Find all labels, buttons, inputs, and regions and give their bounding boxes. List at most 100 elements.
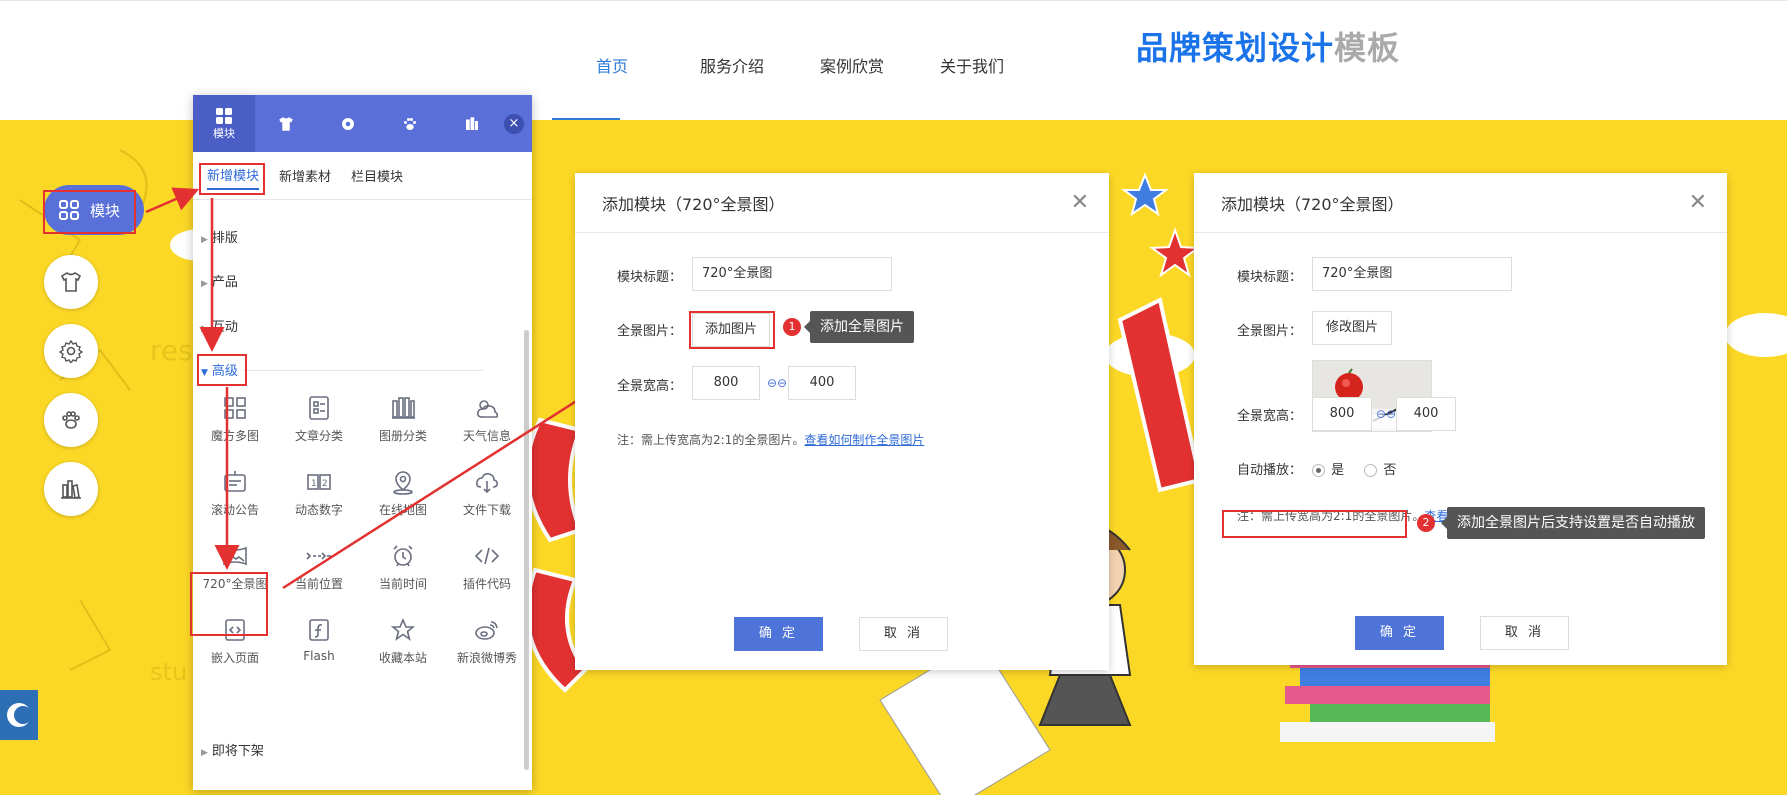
autoplay-label: 自动播放：	[1237, 463, 1303, 478]
module-item[interactable]: 魔方多图	[193, 395, 277, 444]
width-input[interactable]: 800	[1312, 397, 1372, 431]
module-item-label: 动态数字	[294, 503, 343, 517]
module-item[interactable]: 嵌入页面	[193, 617, 277, 666]
svg-text:2: 2	[322, 479, 328, 489]
tab-module[interactable]: 模块	[193, 95, 255, 152]
module-item[interactable]: 新浪微博秀	[445, 617, 529, 666]
tab-library[interactable]	[441, 95, 503, 152]
books-icon	[466, 116, 478, 130]
module-title-input[interactable]: 720°全景图	[1312, 257, 1512, 291]
modify-image-button[interactable]: 修改图片	[1312, 311, 1392, 345]
paw-icon	[62, 411, 80, 429]
grid-icon	[59, 200, 79, 220]
category-product[interactable]: ▶ 产品	[201, 271, 238, 290]
module-item[interactable]: 在线地图	[361, 469, 445, 518]
step-2-badge: 2	[1417, 514, 1435, 532]
dialog-2-title: 添加模块（720°全景图）	[1221, 194, 1404, 214]
module-item-label: 当前时间	[378, 577, 427, 591]
module-item[interactable]: 图册分类	[361, 395, 445, 444]
tip-add-image: 添加全景图片	[804, 311, 914, 343]
radio-checked-icon	[1312, 464, 1326, 477]
height-input[interactable]: 400	[788, 366, 856, 400]
module-item-label: 天气信息	[462, 429, 511, 443]
brand-main: 品牌策划设计	[1136, 29, 1335, 67]
brand-sub: 模板	[1334, 29, 1401, 67]
autoplay-no-radio[interactable]: 否	[1364, 463, 1396, 478]
category-interact[interactable]: ▶ 互动	[201, 316, 238, 335]
theme-button[interactable]	[44, 255, 98, 309]
module-title-input[interactable]: 720°全景图	[692, 257, 892, 291]
module-item[interactable]: 当前时间	[361, 543, 445, 592]
code-icon	[474, 547, 500, 565]
module-item[interactable]: 插件代码	[445, 543, 529, 592]
module-pill-button[interactable]: 模块	[44, 185, 144, 235]
module-item[interactable]: 滚动公告	[193, 469, 277, 518]
confirm-button[interactable]: 确 定	[1355, 616, 1444, 650]
dialog-2-close-icon[interactable]: ✕	[1689, 190, 1707, 215]
category-divider	[243, 370, 483, 371]
dialog-2-note-text: 注：需上传宽高为2:1的全景图片。	[1237, 509, 1425, 523]
settings-button[interactable]	[44, 324, 98, 378]
panel-scrollbar[interactable]	[524, 330, 529, 770]
tab-pets[interactable]	[379, 95, 441, 152]
clock-icon	[393, 545, 413, 567]
subtab-new-material[interactable]: 新增素材	[279, 162, 331, 189]
step-1-badge: 1	[783, 318, 801, 336]
shirt-icon	[60, 272, 82, 292]
panorama-image-label: 全景图片：	[617, 324, 683, 339]
gear-icon	[59, 339, 83, 363]
cancel-button[interactable]: 取 消	[1480, 616, 1569, 650]
module-item[interactable]: 12 动态数字	[277, 469, 361, 518]
library-button[interactable]	[44, 462, 98, 516]
category-retiring[interactable]: ▶ 即将下架	[201, 740, 264, 759]
star-icon	[390, 617, 416, 641]
nav-home[interactable]: 首页	[552, 53, 672, 77]
confirm-button[interactable]: 确 定	[734, 617, 823, 651]
tab-settings[interactable]	[317, 95, 379, 152]
category-advanced-label: 高级	[211, 364, 238, 379]
height-input[interactable]: 400	[1396, 397, 1456, 431]
link-ratio-icon[interactable]: ⊖⊖	[767, 376, 787, 390]
category-interact-label: 互动	[211, 320, 238, 335]
link-ratio-icon[interactable]: ⊖⊖	[1376, 407, 1396, 421]
module-item[interactable]: 文件下载	[445, 469, 529, 518]
category-layout[interactable]: ▶ 排版	[201, 227, 238, 246]
module-item-label: 文件下载	[462, 503, 511, 517]
nav-about[interactable]: 关于我们	[912, 53, 1032, 77]
subtab-new-module[interactable]: 新增模块	[207, 161, 260, 190]
width-input[interactable]: 800	[692, 366, 760, 400]
add-image-button[interactable]: 添加图片	[692, 313, 770, 347]
category-advanced[interactable]: ▼ 高级	[201, 360, 238, 379]
module-item[interactable]: Flash	[277, 617, 361, 663]
module-item-label: 收藏本站	[378, 651, 427, 665]
dialog-1-close-icon[interactable]: ✕	[1071, 190, 1089, 215]
module-item-label: Flash	[303, 649, 335, 663]
module-item[interactable]: 文章分类	[277, 395, 361, 444]
module-item-label: 文章分类	[294, 429, 343, 443]
svg-text:1: 1	[311, 479, 317, 489]
autoplay-yes-radio[interactable]: 是	[1312, 463, 1344, 478]
module-item[interactable]: 收藏本站	[361, 617, 445, 666]
weather-icon	[477, 400, 499, 418]
panel-tabs: 模块 ×	[193, 95, 532, 152]
subtab-column-module[interactable]: 栏目模块	[351, 162, 403, 189]
grid-icon	[216, 107, 232, 124]
tab-theme[interactable]	[255, 95, 317, 152]
cancel-button[interactable]: 取 消	[859, 617, 948, 651]
nav-cases[interactable]: 案例欣赏	[792, 53, 912, 77]
module-item[interactable]: 天气信息	[445, 395, 529, 444]
side-widget[interactable]	[0, 690, 38, 740]
autoplay-yes-label: 是	[1331, 463, 1345, 478]
autoplay-row: 自动播放： 是 否	[1237, 459, 1396, 478]
panorama-image-label: 全景图片：	[1237, 324, 1303, 339]
module-item-label: 图册分类	[378, 429, 427, 443]
module-item[interactable]: 当前位置	[277, 543, 361, 592]
panel-close-button[interactable]: ×	[504, 114, 524, 134]
nav-services[interactable]: 服务介绍	[672, 53, 792, 77]
module-item-panorama[interactable]: 720°全景图	[193, 543, 277, 592]
pets-button[interactable]	[44, 393, 98, 447]
brand-title: 品牌策划设计模板	[1136, 23, 1400, 69]
how-to-make-link[interactable]: 查看如何制作全景图片	[804, 433, 924, 447]
breadcrumb-icon	[306, 552, 331, 560]
category-product-label: 产品	[211, 275, 238, 290]
